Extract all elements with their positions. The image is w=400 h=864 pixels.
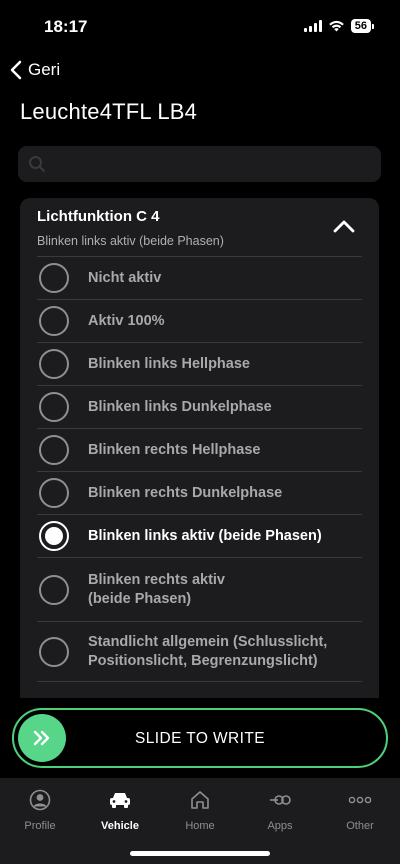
radio-option-label: Standlicht allgemein (Schlusslicht, Posit… xyxy=(88,633,328,669)
radio-unselected-icon[interactable] xyxy=(39,574,69,605)
radio-selected-icon[interactable] xyxy=(39,521,69,551)
radio-option-label: Blinken rechts aktiv (beide Phasen) xyxy=(88,571,225,607)
tab-label: Profile xyxy=(24,820,56,832)
tab-apps[interactable]: Apps xyxy=(240,788,320,832)
tab-label: Vehicle xyxy=(101,820,139,832)
radio-option-label: Blinken rechts Hellphase xyxy=(88,441,261,458)
search-icon xyxy=(29,156,45,172)
radio-option[interactable]: Blinken links Dunkelphase xyxy=(37,386,362,429)
light-function-card: Lichtfunktion C 4 Blinken links aktiv (b… xyxy=(20,198,379,698)
radio-unselected-icon[interactable] xyxy=(39,306,69,336)
slide-to-write-slider[interactable]: SLIDE TO WRITE xyxy=(12,708,388,768)
options-list: Nicht aktiv Aktiv 100% Blinken links Hellp… xyxy=(37,257,362,698)
status-icons: 56 xyxy=(303,19,374,33)
status-time: 18:17 xyxy=(44,17,88,36)
card-title: Lichtfunktion C 4 xyxy=(37,208,160,225)
profile-icon xyxy=(29,789,51,811)
tab-label: Home xyxy=(185,820,215,832)
radio-option-label: Blinken links Dunkelphase xyxy=(88,398,272,415)
back-button[interactable]: Geri xyxy=(10,60,60,80)
more-icon xyxy=(348,796,372,804)
status-bar: 18:17 56 xyxy=(0,0,400,54)
slider-label: SLIDE TO WRITE xyxy=(135,730,265,747)
radio-unselected-icon[interactable] xyxy=(39,478,69,508)
tab-vehicle[interactable]: Vehicle xyxy=(80,788,160,832)
radio-option-label: Blinken links Hellphase xyxy=(88,355,250,372)
cellular-signal-icon xyxy=(303,20,322,32)
battery-level: 56 xyxy=(350,19,371,33)
radio-option-label: Aktiv 100% xyxy=(88,312,165,329)
radio-option-label: Nicht aktiv xyxy=(88,269,162,286)
wifi-icon xyxy=(328,20,344,32)
radio-option[interactable]: Blinken links Hellphase xyxy=(37,343,362,386)
home-indicator xyxy=(130,851,270,856)
radio-unselected-icon[interactable] xyxy=(39,349,69,379)
radio-option[interactable]: Blinken rechts Dunkelphase xyxy=(37,472,362,515)
car-icon xyxy=(110,793,130,808)
tab-label: Apps xyxy=(267,820,293,832)
back-label: Geri xyxy=(28,60,61,79)
radio-unselected-icon[interactable] xyxy=(39,392,69,422)
home-icon xyxy=(191,791,209,809)
radio-option[interactable] xyxy=(37,682,362,698)
radio-option[interactable]: Blinken links aktiv (beide Phasen) xyxy=(37,515,362,558)
radio-unselected-icon[interactable] xyxy=(39,263,69,293)
radio-option[interactable]: Nicht aktiv xyxy=(37,257,362,300)
chevron-up-icon[interactable] xyxy=(333,219,355,233)
chevron-left-icon xyxy=(10,60,22,80)
battery-icon xyxy=(372,23,374,29)
tab-home[interactable]: Home xyxy=(160,788,240,832)
radio-option[interactable]: Standlicht allgemein (Schlusslicht, Posit… xyxy=(37,622,362,682)
radio-unselected-icon[interactable] xyxy=(39,435,69,465)
tab-label: Other xyxy=(346,820,374,832)
apps-icon xyxy=(270,795,291,805)
radio-option[interactable]: Blinken rechts aktiv (beide Phasen) xyxy=(37,558,362,622)
radio-unselected-icon[interactable] xyxy=(39,636,69,667)
radio-option-label: Blinken rechts Dunkelphase xyxy=(88,484,283,501)
radio-option[interactable]: Aktiv 100% xyxy=(37,300,362,343)
search-input[interactable] xyxy=(18,146,381,182)
selected-value: Blinken links aktiv (beide Phasen) xyxy=(37,234,224,248)
page-title: Leuchte4TFL LB4 xyxy=(20,99,198,124)
tab-other[interactable]: Other xyxy=(320,788,400,832)
tab-profile[interactable]: Profile xyxy=(0,788,80,832)
radio-option-label: Blinken links aktiv (beide Phasen) xyxy=(88,527,322,544)
radio-option[interactable]: Blinken rechts Hellphase xyxy=(37,429,362,472)
